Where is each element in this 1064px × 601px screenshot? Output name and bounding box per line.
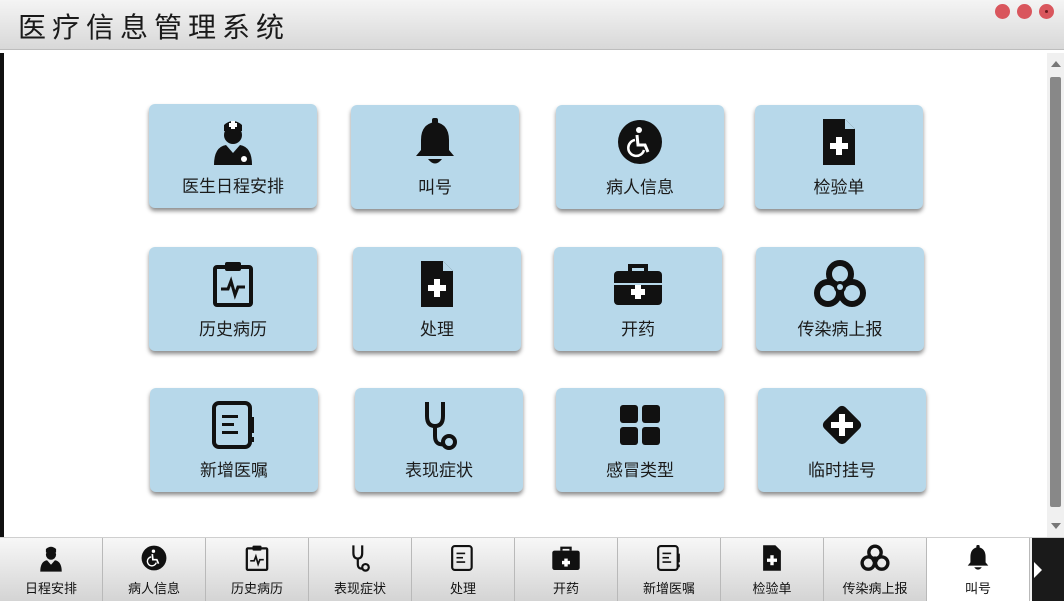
scroll-thumb[interactable] — [1050, 77, 1061, 507]
card-patient-info[interactable]: 病人信息 — [556, 105, 724, 209]
vertical-scrollbar[interactable] — [1047, 53, 1064, 537]
card-prescribe[interactable]: 开药 — [554, 247, 722, 351]
card-medical-history[interactable]: 历史病历 — [149, 247, 317, 351]
plus-diamond-icon — [822, 405, 862, 445]
card-temp-registration[interactable]: 临时挂号 — [758, 388, 926, 492]
tab-label: 新增医嘱 — [642, 582, 695, 597]
minimize-button[interactable] — [995, 4, 1010, 19]
tab-patient-info[interactable]: 病人信息 — [103, 538, 206, 601]
title-bar: 医疗信息管理系统 — [0, 0, 1064, 50]
clipboard-pulse-icon — [245, 545, 269, 571]
tab-call-number[interactable]: 叫号 — [927, 538, 1030, 601]
tab-label: 叫号 — [964, 582, 991, 597]
note-icon — [657, 545, 680, 571]
tab-label: 表现症状 — [333, 582, 386, 597]
medical-file-icon — [763, 545, 781, 571]
tab-infectious-report[interactable]: 传染病上报 — [824, 538, 927, 601]
doctor-icon — [40, 546, 62, 572]
scroll-down-arrow[interactable] — [1051, 523, 1061, 529]
biohazard-icon — [814, 260, 866, 307]
note-icon — [451, 545, 473, 571]
note-icon — [212, 401, 254, 449]
tab-label: 日程安排 — [24, 582, 77, 597]
card-label: 叫号 — [418, 178, 452, 198]
scroll-up-arrow[interactable] — [1051, 61, 1061, 67]
tab-medical-history[interactable]: 历史病历 — [206, 538, 309, 601]
card-label: 病人信息 — [606, 178, 674, 198]
left-edge — [0, 53, 4, 537]
card-infectious-report[interactable]: 传染病上报 — [756, 247, 924, 351]
doctor-icon — [214, 121, 252, 165]
wheelchair-icon — [141, 545, 167, 571]
clipboard-pulse-icon — [213, 262, 253, 307]
card-label: 医生日程安排 — [182, 177, 284, 197]
card-label: 新增医嘱 — [200, 461, 268, 481]
card-new-order[interactable]: 新增医嘱 — [150, 388, 318, 492]
medical-file-icon — [421, 261, 453, 307]
card-symptoms[interactable]: 表现症状 — [355, 388, 523, 492]
app-title: 医疗信息管理系统 — [18, 11, 291, 44]
tab-symptoms[interactable]: 表现症状 — [309, 538, 412, 601]
card-label: 处理 — [420, 320, 454, 340]
card-doctor-schedule[interactable]: 医生日程安排 — [149, 104, 317, 208]
card-label: 传染病上报 — [797, 320, 883, 340]
tab-schedule[interactable]: 日程安排 — [0, 538, 103, 601]
stethoscope-icon — [425, 402, 457, 450]
bottom-tab-bar: 日程安排 病人信息 历史病历 表现症状 处理 开药 新增医嘱 检验单 传染病上报… — [0, 537, 1064, 601]
card-label: 临时挂号 — [808, 461, 876, 481]
wheelchair-icon — [618, 120, 662, 164]
card-label: 感冒类型 — [606, 461, 674, 481]
close-button[interactable] — [1039, 4, 1054, 19]
tab-label: 开药 — [552, 582, 579, 597]
maximize-button[interactable] — [1017, 4, 1032, 19]
tab-new-order[interactable]: 新增医嘱 — [618, 538, 721, 601]
grid-icon — [620, 405, 660, 445]
tab-label: 处理 — [449, 582, 476, 597]
card-label: 检验单 — [813, 178, 865, 198]
card-call-number[interactable]: 叫号 — [351, 105, 519, 209]
card-label: 历史病历 — [199, 320, 267, 340]
medkit-icon — [614, 264, 662, 305]
biohazard-icon — [860, 544, 890, 571]
tab-label: 历史病历 — [230, 582, 283, 597]
tab-lab-order[interactable]: 检验单 — [721, 538, 824, 601]
card-label: 开药 — [621, 320, 655, 340]
tab-label: 病人信息 — [127, 582, 180, 597]
bell-icon — [967, 545, 989, 570]
tab-scroll-right-button[interactable] — [1032, 538, 1064, 601]
tab-label: 传染病上报 — [842, 582, 908, 597]
medkit-icon — [552, 546, 580, 570]
card-treatment[interactable]: 处理 — [353, 247, 521, 351]
stethoscope-icon — [352, 545, 370, 572]
card-lab-order[interactable]: 检验单 — [755, 105, 923, 209]
medical-file-icon — [823, 119, 855, 165]
tab-prescribe[interactable]: 开药 — [515, 538, 618, 601]
card-label: 表现症状 — [405, 461, 473, 481]
tab-label: 检验单 — [752, 582, 792, 597]
bell-icon — [416, 118, 454, 164]
card-cold-type[interactable]: 感冒类型 — [556, 388, 724, 492]
tab-treatment[interactable]: 处理 — [412, 538, 515, 601]
